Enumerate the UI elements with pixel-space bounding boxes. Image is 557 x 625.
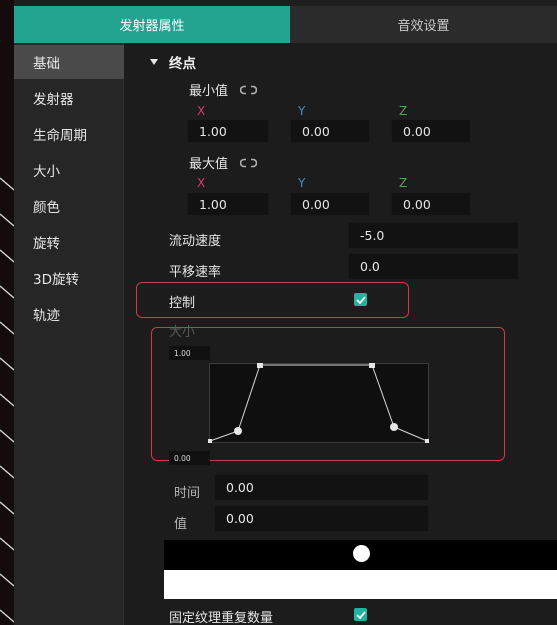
curve-title: 大小 — [169, 325, 196, 340]
sidebar-item-lifecycle[interactable]: 生命周期 — [14, 117, 124, 151]
fixed-repeat-label: 固定纹理重复数量 — [169, 611, 274, 625]
max-x-input[interactable]: 1.00 — [187, 192, 269, 216]
flow-speed-label: 流动速度 — [169, 234, 222, 249]
sidebar-item-color[interactable]: 颜色 — [14, 189, 124, 223]
axis-z-label: Z — [399, 176, 408, 190]
tab-sound-settings[interactable]: 音效设置 — [290, 6, 557, 43]
axis-x-label: X — [197, 176, 206, 190]
time-input[interactable]: 0.00 — [214, 474, 429, 501]
curve-point[interactable] — [390, 423, 398, 431]
axis-y-label: Y — [298, 176, 306, 190]
check-icon — [355, 610, 366, 619]
sidebar-item-basic[interactable]: 基础 — [14, 45, 124, 79]
curve-point[interactable] — [425, 439, 429, 443]
curve-graph[interactable] — [208, 363, 430, 443]
max-y-input[interactable]: 0.00 — [290, 192, 370, 216]
min-value-row: 最小值 — [189, 80, 258, 99]
link-icon[interactable] — [239, 84, 258, 99]
max-value-row: 最大值 — [189, 153, 258, 172]
curve-max-input[interactable]: 1.00 — [169, 346, 210, 360]
curve-point[interactable] — [208, 439, 212, 443]
gradient-preview[interactable] — [164, 570, 557, 599]
axis-z-label: Z — [399, 104, 408, 118]
translate-rate-input[interactable]: 0.0 — [348, 253, 519, 280]
axis-y-label: Y — [298, 104, 306, 118]
min-y-input[interactable]: 0.00 — [290, 119, 370, 143]
triangle-down-icon — [150, 59, 158, 65]
sidebar: 基础 发射器 生命周期 大小 颜色 旋转 3D旋转 轨迹 — [14, 43, 124, 625]
control-label: 控制 — [169, 296, 196, 311]
curve-point[interactable] — [369, 363, 375, 368]
properties-panel: 终点 最小值 X Y Z 1.00 0.00 0.00 最大值 X Y Z 1.… — [124, 43, 557, 625]
translate-rate-label: 平移速率 — [169, 265, 222, 280]
section-header-endpoint[interactable]: 终点 — [150, 52, 196, 72]
sidebar-item-3d-rotation[interactable]: 3D旋转 — [14, 261, 124, 295]
background-strip — [0, 0, 14, 625]
section-title: 终点 — [169, 56, 196, 72]
flow-speed-input[interactable]: -5.0 — [348, 222, 519, 249]
value-input[interactable]: 0.00 — [214, 505, 429, 532]
sidebar-item-emitter[interactable]: 发射器 — [14, 81, 124, 115]
control-checkbox[interactable] — [354, 293, 367, 306]
link-icon[interactable] — [239, 157, 258, 172]
check-icon — [355, 295, 366, 304]
sidebar-item-trail[interactable]: 轨迹 — [14, 297, 124, 331]
min-x-input[interactable]: 1.00 — [187, 119, 269, 143]
sidebar-item-size[interactable]: 大小 — [14, 153, 124, 187]
curve-point[interactable] — [257, 363, 263, 368]
fixed-repeat-checkbox[interactable] — [354, 608, 367, 621]
max-value-label: 最大值 — [189, 157, 229, 172]
background-pattern-icon — [0, 177, 14, 623]
min-value-label: 最小值 — [189, 84, 229, 99]
time-label: 时间 — [174, 486, 201, 501]
max-z-input[interactable]: 0.00 — [391, 192, 471, 216]
value-label: 值 — [174, 517, 188, 532]
axis-x-label: X — [197, 104, 206, 118]
curve-min-input[interactable]: 0.00 — [169, 451, 210, 465]
tab-emitter-properties[interactable]: 发射器属性 — [14, 6, 290, 43]
gradient-slider-knob[interactable] — [353, 545, 370, 562]
tab-bar: 发射器属性 音效设置 — [14, 6, 557, 43]
curve-point[interactable] — [234, 427, 242, 435]
sidebar-item-rotation[interactable]: 旋转 — [14, 225, 124, 259]
min-z-input[interactable]: 0.00 — [391, 119, 471, 143]
